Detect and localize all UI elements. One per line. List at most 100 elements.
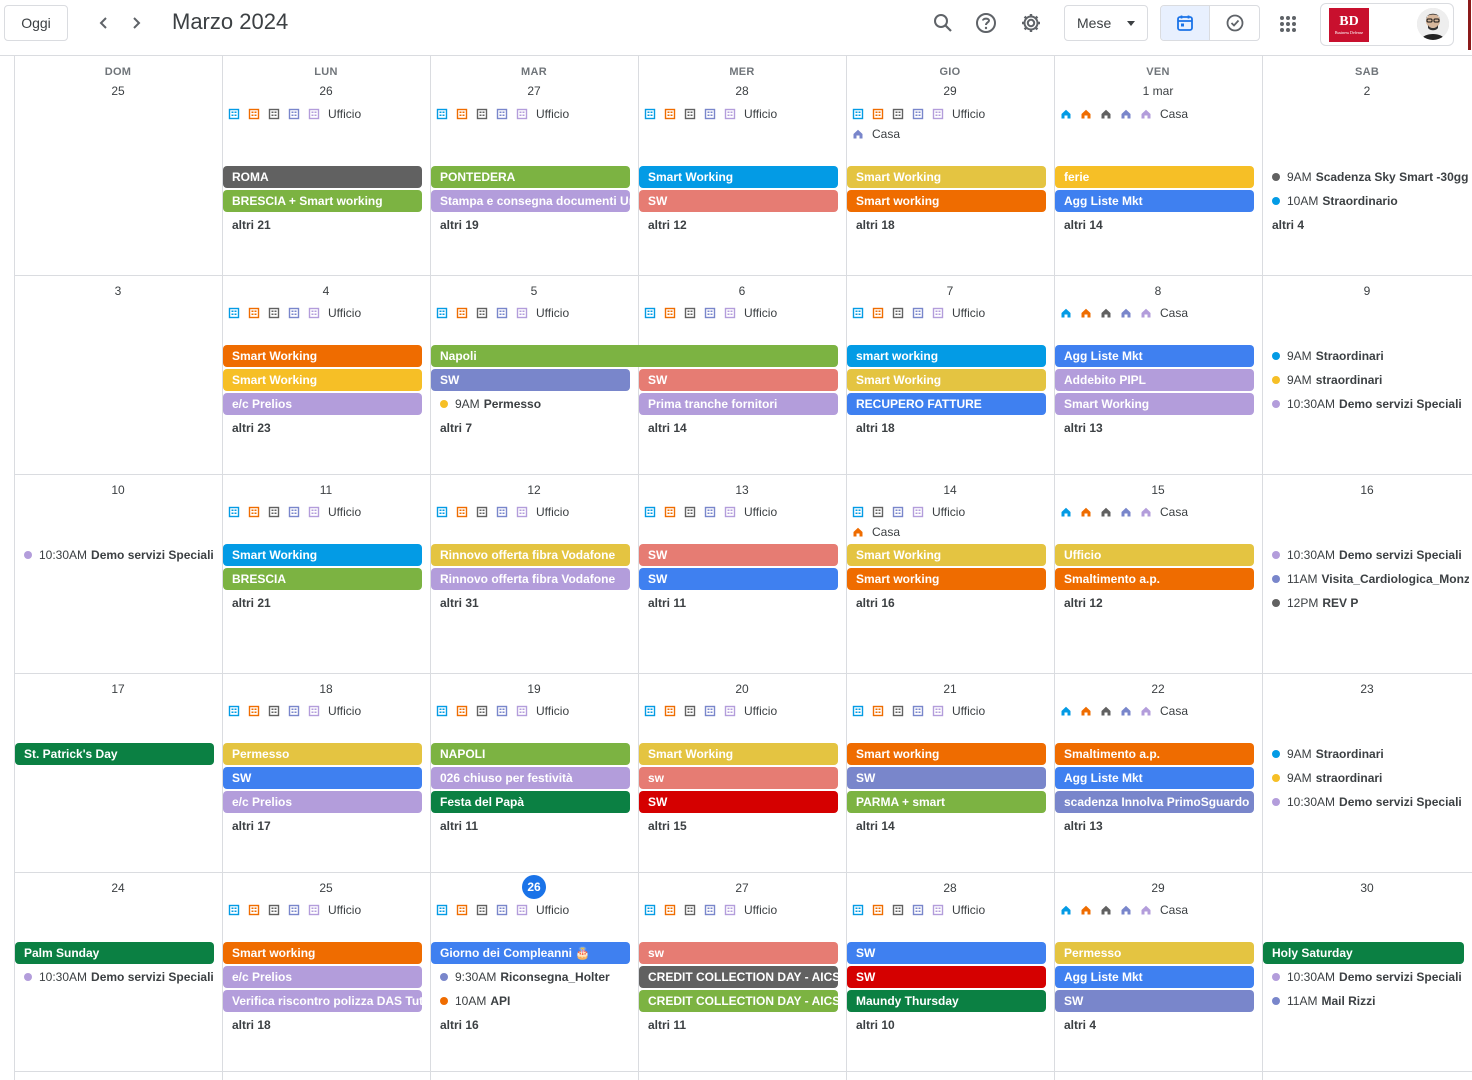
today-button[interactable]: Oggi [4, 5, 68, 41]
more-events-link[interactable]: altri 16 [431, 1014, 479, 1036]
timed-event[interactable]: 9AM Permesso [431, 393, 635, 415]
more-events-link[interactable]: altri 18 [847, 417, 895, 439]
event-chip[interactable]: St. Patrick's Day [15, 743, 214, 765]
more-events-link[interactable]: altri 4 [1263, 214, 1304, 236]
date-number[interactable]: 25 [222, 881, 430, 895]
event-chip[interactable]: Smart working [847, 190, 1046, 212]
more-events-link[interactable]: altri 19 [431, 214, 479, 236]
event-chip[interactable]: SW [847, 966, 1046, 988]
event-chip[interactable]: Smart Working [847, 544, 1046, 566]
event-chip[interactable]: Permesso [223, 743, 422, 765]
event-chip[interactable]: Smart Working [639, 166, 838, 188]
event-chip[interactable]: SW [639, 791, 838, 813]
timed-event[interactable]: 10:30AM Demo servizi Speciali [1263, 544, 1469, 566]
timed-event[interactable]: 10AM API [431, 990, 635, 1012]
working-location[interactable]: Ufficio [850, 504, 965, 520]
event-chip[interactable]: Holy Saturday [1263, 942, 1464, 964]
event-chip[interactable]: Permesso [1055, 942, 1254, 964]
event-chip[interactable]: Agg Liste Mkt [1055, 190, 1254, 212]
google-apps-button[interactable] [1275, 11, 1301, 37]
event-chip[interactable]: Palm Sunday [15, 942, 214, 964]
event-chip[interactable]: Ufficio [1055, 544, 1254, 566]
timed-event[interactable]: 9AM Straordinari [1263, 743, 1469, 765]
working-location[interactable]: Casa [1058, 902, 1188, 918]
more-events-link[interactable]: altri 4 [1055, 1014, 1096, 1036]
date-number[interactable]: 29 [1054, 881, 1262, 895]
more-events-link[interactable]: altri 14 [847, 815, 895, 837]
previous-month-button[interactable] [89, 8, 119, 38]
timed-event[interactable]: 10:30AM Demo servizi Speciali [15, 544, 219, 566]
date-number[interactable]: 30 [1262, 881, 1472, 895]
date-number[interactable]: 16 [1262, 483, 1472, 497]
working-location[interactable]: Ufficio [226, 305, 361, 321]
date-number[interactable]: 10 [14, 483, 222, 497]
working-location[interactable]: Casa [1058, 703, 1188, 719]
more-events-link[interactable]: altri 15 [639, 815, 687, 837]
event-chip[interactable]: Verifica riscontro polizza DAS Tut [223, 990, 422, 1012]
view-selector[interactable]: Mese [1064, 5, 1148, 41]
date-number[interactable]: 13 [638, 483, 846, 497]
event-chip[interactable]: Smart Working [639, 743, 838, 765]
event-chip[interactable]: SW [639, 190, 838, 212]
event-chip[interactable]: CREDIT COLLECTION DAY - AICS I [639, 990, 838, 1012]
more-events-link[interactable]: altri 11 [639, 592, 686, 614]
event-chip[interactable]: sw [639, 942, 838, 964]
working-location[interactable]: Ufficio [850, 902, 985, 918]
day-cell[interactable]: DOM 25 [14, 56, 222, 275]
more-events-link[interactable]: altri 21 [223, 592, 271, 614]
date-number[interactable]: 6 [638, 284, 846, 298]
more-events-link[interactable]: altri 11 [431, 815, 478, 837]
event-chip[interactable]: smart working [847, 345, 1046, 367]
more-events-link[interactable]: altri 10 [847, 1014, 895, 1036]
more-events-link[interactable]: altri 31 [431, 592, 479, 614]
timed-event[interactable]: 11AM Mail Rizzi [1263, 990, 1469, 1012]
timed-event[interactable]: 11AM Visita_Cardiologica_Monz [1263, 568, 1469, 590]
event-chip[interactable]: Maundy Thursday [847, 990, 1046, 1012]
event-chip[interactable]: Smart Working [847, 166, 1046, 188]
timed-event[interactable]: 9:30AM Riconsegna_Holter [431, 966, 635, 988]
date-number[interactable]: 21 [846, 682, 1054, 696]
date-number[interactable]: 8 [1054, 284, 1262, 298]
search-button[interactable] [928, 8, 958, 38]
working-location[interactable]: Ufficio [642, 703, 777, 719]
timed-event[interactable]: 9AM Scadenza Sky Smart -30gg [1263, 166, 1469, 188]
timed-event[interactable]: 10:30AM Demo servizi Speciali [15, 966, 219, 988]
working-location[interactable]: Ufficio [850, 106, 985, 122]
date-number[interactable]: 19 [430, 682, 638, 696]
event-chip[interactable]: Rinnovo offerta fibra Vodafone [431, 544, 630, 566]
date-number[interactable]: 27 [430, 84, 638, 98]
event-chip[interactable]: Agg Liste Mkt [1055, 345, 1254, 367]
date-number[interactable]: 5 [430, 284, 638, 298]
timed-event[interactable]: 10:30AM Demo servizi Speciali [1263, 393, 1469, 415]
date-number[interactable]: 7 [846, 284, 1054, 298]
event-chip[interactable]: Smart working [223, 942, 422, 964]
more-events-link[interactable]: altri 11 [639, 1014, 686, 1036]
event-chip[interactable]: Smart Working [223, 369, 422, 391]
event-chip[interactable]: Smart Working [847, 369, 1046, 391]
event-chip[interactable]: CREDIT COLLECTION DAY - AICS I [639, 966, 838, 988]
event-chip[interactable]: SW [639, 544, 838, 566]
working-location[interactable]: Ufficio [226, 703, 361, 719]
event-chip[interactable]: Smaltimento a.p. [1055, 568, 1254, 590]
settings-button[interactable] [1016, 8, 1046, 38]
account-switcher[interactable]: BD Business Defense [1320, 3, 1454, 46]
timed-event[interactable]: 9AM Straordinari [1263, 345, 1469, 367]
more-events-link[interactable]: altri 14 [639, 417, 687, 439]
event-chip[interactable]: e/c Prelios [223, 966, 422, 988]
date-number[interactable]: 28 [638, 84, 846, 98]
event-chip[interactable]: Prima tranche fornitori [639, 393, 838, 415]
date-number[interactable]: 29 [846, 84, 1054, 98]
event-chip[interactable]: NAPOLI [431, 743, 630, 765]
date-number[interactable]: 20 [638, 682, 846, 696]
timed-event[interactable]: 9AM straordinari [1263, 369, 1469, 391]
event-chip[interactable]: sw [639, 767, 838, 789]
working-location[interactable]: Ufficio [850, 305, 985, 321]
date-number[interactable]: 14 [846, 483, 1054, 497]
event-chip[interactable]: Rinnovo offerta fibra Vodafone [431, 568, 630, 590]
event-chip[interactable]: PONTEDERA [431, 166, 630, 188]
event-chip[interactable]: Festa del Papà [431, 791, 630, 813]
event-chip[interactable]: Agg Liste Mkt [1055, 966, 1254, 988]
more-events-link[interactable]: altri 14 [1055, 214, 1103, 236]
working-location[interactable]: Ufficio [226, 504, 361, 520]
event-chip[interactable]: SW [1055, 990, 1254, 1012]
